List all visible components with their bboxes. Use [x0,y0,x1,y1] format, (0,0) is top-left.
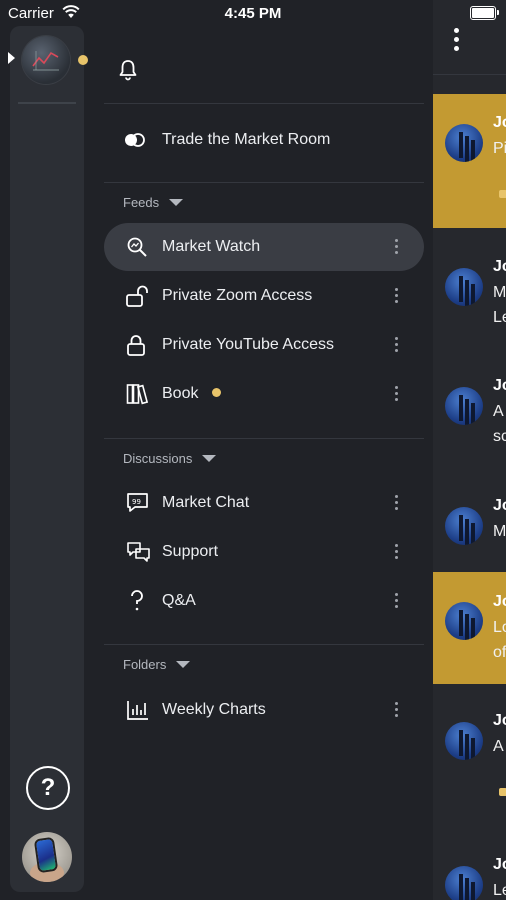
channel-label: Book [162,370,222,418]
channel-panel: Trade the Market Room Feeds Market Watch… [104,26,424,900]
channel-qa[interactable]: Q&A [104,577,424,625]
message-author: Jo [493,593,506,610]
battery-icon [470,6,499,20]
message-author: Jo [493,258,506,275]
message-text: M [493,284,506,301]
server-avatar[interactable] [22,36,70,84]
avatar [445,866,483,900]
message-text: Le [493,882,506,899]
channel-market-chat[interactable]: 99 Market Chat [104,479,424,527]
message-text: A [493,403,504,420]
svg-text:99: 99 [132,498,141,506]
unread-dot [212,388,222,398]
channel-weekly-charts[interactable]: Weekly Charts [104,686,424,734]
support-chat-icon [126,541,152,568]
message-item[interactable]: Jo Lo of [433,572,506,684]
message-text: Le [493,309,506,326]
avatar [445,387,483,425]
chevron-down-icon [176,661,191,669]
more-icon[interactable] [394,593,398,609]
message-item[interactable]: Jo M Le [433,240,506,340]
avatar [445,268,483,306]
divider [104,103,424,104]
server-rail: ? [8,26,88,892]
message-text: Pi [493,140,506,157]
reaction-icon [499,190,506,198]
message-item[interactable]: Jo M [433,480,506,560]
divider [104,438,424,439]
room-item[interactable]: Trade the Market Room [104,118,424,162]
channel-book[interactable]: Book [104,370,424,418]
bell-icon[interactable] [118,59,138,86]
message-text: sc [493,428,506,445]
more-icon[interactable] [394,386,398,402]
channel-label: Q&A [162,592,196,609]
reaction-icon [499,788,506,796]
divider [104,182,424,183]
section-title: Feeds [123,195,160,210]
more-icon[interactable] [394,495,398,511]
section-feeds[interactable]: Feeds [123,192,184,214]
more-icon[interactable] [394,239,398,255]
unlock-icon [126,285,152,312]
channel-label: Support [162,543,219,560]
channel-market-watch[interactable]: Market Watch [104,223,424,271]
avatar [445,124,483,162]
channel-label: Private Zoom Access [162,287,313,304]
user-avatar[interactable] [22,832,72,882]
chevron-down-icon [202,455,217,463]
selected-indicator-icon [8,52,15,64]
channel-private-zoom-access[interactable]: Private Zoom Access [104,272,424,320]
message-author: Jo [493,712,506,729]
chat-header [433,26,506,75]
avatar [445,507,483,545]
lock-icon [126,334,148,361]
message-author: Jo [493,856,506,873]
message-text: M [493,523,506,540]
bar-chart-icon [126,699,150,726]
more-icon[interactable] [394,337,398,353]
channel-label: Weekly Charts [162,701,266,718]
avatar [445,602,483,640]
channel-label: Market Chat [162,494,250,511]
channel-support[interactable]: Support [104,528,424,576]
avatar [445,722,483,760]
toggle-icon [124,130,146,155]
channel-label: Market Watch [162,238,261,255]
kebab-menu-icon[interactable] [452,28,460,54]
server-unread-dot [78,55,88,65]
message-item[interactable]: Jo Pi [433,94,506,228]
section-title: Folders [123,657,167,672]
divider [104,644,424,645]
section-title: Discussions [123,451,193,466]
chat-pane[interactable]: Jo Pi Jo M Le Jo A sc Jo M Jo Lo of Jo A… [433,0,506,900]
rail-divider [18,102,76,104]
section-folders[interactable]: Folders [123,654,191,676]
search-chart-icon [126,236,148,263]
channel-private-youtube-access[interactable]: Private YouTube Access [104,321,424,369]
message-author: Jo [493,497,506,514]
chevron-down-icon [169,199,184,207]
message-text: Lo [493,619,506,636]
books-icon [126,383,150,410]
status-bar: Carrier 4:45 PM [0,0,506,28]
channel-label: Private YouTube Access [162,336,334,353]
message-text: A [493,738,504,755]
message-author: Jo [493,377,506,394]
question-icon [126,590,148,617]
more-icon[interactable] [394,288,398,304]
more-icon[interactable] [394,544,398,560]
more-icon[interactable] [394,702,398,718]
message-item[interactable]: Jo Le [433,840,506,900]
help-icon[interactable]: ? [26,766,70,810]
message-item[interactable]: Jo A [433,696,506,826]
message-text: of [493,644,506,661]
section-discussions[interactable]: Discussions [123,448,217,470]
chat-bubble-icon: 99 [126,492,150,519]
clock: 4:45 PM [224,5,282,22]
room-label: Trade the Market Room [162,131,331,148]
message-item[interactable]: Jo A sc [433,360,506,460]
message-author: Jo [493,114,506,131]
